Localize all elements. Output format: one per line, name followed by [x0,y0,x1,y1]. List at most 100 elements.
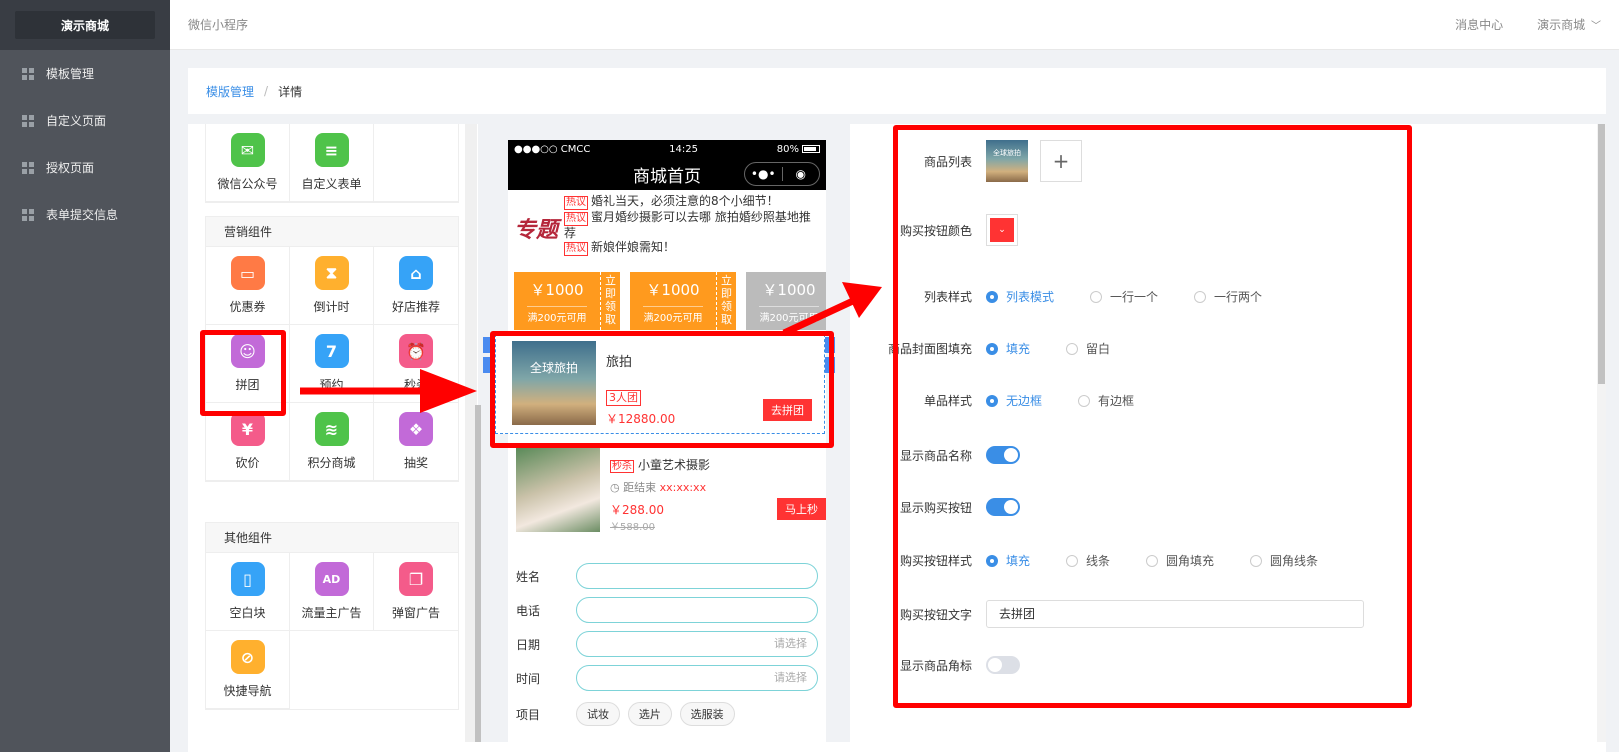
highlight-group-component [200,330,286,416]
section-title: 其他组件 [206,523,458,553]
topic-item[interactable]: 热议 新娘伴娘需知！ [564,240,820,256]
component-points-mall[interactable]: ≋ 积分商城 [290,403,374,481]
coupon-claim-button[interactable]: 立即领取 [716,272,736,330]
topic-item[interactable]: 热议 蜜月婚纱摄影可以去哪 旅拍婚纱照基地推荐 [564,210,820,240]
close-icon[interactable]: ◉ [783,167,820,181]
name-field[interactable] [576,563,818,589]
component-wechat-official[interactable]: ✉ 微信公众号 [206,124,290,202]
phone-time: 14:25 [669,143,698,155]
component-scroll-thumb[interactable] [475,405,481,752]
component-quick-nav[interactable]: ⊘ 快捷导航 [206,631,290,709]
coupon-card[interactable]: ￥1000 满200元可用 [746,272,826,330]
component-label: 秒杀 [403,378,428,392]
ad-icon: AD [314,562,349,596]
highlight-config-panel [893,125,1412,708]
more-icon[interactable]: •●• [745,167,782,181]
project-option[interactable]: 选片 [627,702,672,726]
brand: 演示商城 [0,0,170,50]
coupon-claim-button[interactable]: 立即领取 [600,272,620,330]
form-row-phone: 电话 [516,596,818,624]
mini-program-capsule[interactable]: •●• ◉ [744,162,820,186]
product-image [516,448,600,532]
field-label: 日期 [516,637,541,652]
config-scroll-thumb[interactable] [1598,124,1605,384]
component-seckill[interactable]: ⏰ 秒杀 [374,325,458,403]
coins-icon: ≋ [314,412,349,446]
time-picker[interactable]: 请选择 [576,665,818,691]
topbar: 微信小程序 消息中心 演示商城 ﹀ [170,0,1619,50]
phone-page-title: 商城首页 [633,166,701,187]
hot-tag: 热议 [564,196,588,210]
breadcrumb: 模版管理 / 详情 [188,68,1606,114]
original-price: ￥588.00 [610,522,655,533]
basic-components: ✉ 微信公众号 ≡ 自定义表单 [205,124,459,203]
component-label: 快捷导航 [223,684,272,698]
component-custom-form[interactable]: ≡ 自定义表单 [290,124,374,202]
countdown-label: ◷ 距结束 [610,481,657,494]
field-label: 姓名 [516,569,541,584]
blank-block-icon: ▯ [230,562,265,596]
component-label: 好店推荐 [391,300,440,314]
seckill-item[interactable]: 秒杀 小童艺术摄影 ◷ 距结束 xx:xx:xx ￥288.00 ￥588.00 … [516,448,826,538]
wechat-icon: ✉ [230,133,265,167]
field-label: 电话 [516,603,541,618]
breadcrumb-parent[interactable]: 模版管理 [206,83,254,100]
topic-block[interactable]: 专题 热议 婚礼当天，必须注意的8个小细节！ 热议 蜜月婚纱摄影可以去哪 旅拍婚纱照… [508,190,826,266]
component-label: 自定义表单 [301,177,362,191]
component-label: 流量主广告 [301,606,362,620]
component-shop-recommend[interactable]: ⌂ 好店推荐 [374,247,458,325]
sidebar-item-templates[interactable]: 模板管理 [0,50,170,97]
coupon-icon: ▭ [230,256,265,290]
component-countdown[interactable]: ⧗ 倒计时 [290,247,374,325]
store-switcher[interactable]: 演示商城 ﹀ [1537,16,1601,33]
component-lottery[interactable]: ❖ 抽奖 [374,403,458,481]
component-label: 砍价 [235,456,260,470]
component-blank-block[interactable]: ▯ 空白块 [206,553,290,631]
store-name: 演示商城 [1537,18,1586,32]
sidebar-item-label: 模板管理 [46,67,95,81]
component-label: 空白块 [229,606,266,620]
topic-item[interactable]: 热议 婚礼当天，必须注意的8个小细节！ [564,194,820,210]
coupon-value: ￥1000 [646,280,700,299]
battery-icon [802,145,820,153]
other-components: 其他组件 ▯ 空白块 AD 流量主广告 ❐ 弹窗广告 ⊘ 快捷导航 [205,522,459,710]
date-picker[interactable]: 请选择 [576,631,818,657]
brand-name[interactable]: 演示商城 [15,11,155,39]
popup-icon: ❐ [399,562,433,596]
section-title: 营销组件 [206,217,458,247]
chevron-down-icon: ﹀ [1591,21,1601,32]
project-option[interactable]: 试妆 [576,702,620,726]
component-label: 积分商城 [307,456,356,470]
hourglass-icon: ⧗ [314,256,349,290]
coupon-card[interactable]: ￥1000 满200元可用 立即领取 [514,272,624,330]
app-label: 微信小程序 [188,18,249,32]
yen-icon: ¥ [230,412,265,446]
phone-field[interactable] [576,597,818,623]
component-booking[interactable]: 7 预约 [290,325,374,403]
project-option[interactable]: 选服装 [679,702,735,726]
sidebar-item-label: 自定义页面 [46,114,107,128]
hot-tag: 热议 [564,242,588,256]
grid-icon [22,208,34,221]
topic-text: 蜜月婚纱摄影可以去哪 旅拍婚纱照基地推荐 [564,210,811,240]
field-label: 时间 [516,671,541,686]
hot-tag: 热议 [564,212,588,226]
sidebar-item-auth-pages[interactable]: 授权页面 [0,144,170,191]
alarm-clock-icon: ⏰ [399,334,433,368]
grid-icon [22,114,34,127]
bottom-bar [188,742,1606,752]
component-popup-ad[interactable]: ❐ 弹窗广告 [374,553,458,631]
highlight-group-preview [490,331,834,448]
seckill-tag: 秒杀 [610,460,634,473]
field-label: 项目 [516,707,541,722]
component-ad[interactable]: AD 流量主广告 [290,553,374,631]
sidebar-item-custom-pages[interactable]: 自定义页面 [0,97,170,144]
buy-now-button[interactable]: 马上秒 [777,498,826,520]
coupon-card[interactable]: ￥1000 满200元可用 立即领取 [630,272,740,330]
form-row-date: 日期 请选择 [516,630,818,658]
form-row-time: 时间 请选择 [516,664,818,692]
message-center-link[interactable]: 消息中心 [1455,16,1503,33]
sidebar-item-form-submissions[interactable]: 表单提交信息 [0,191,170,238]
compass-icon: ⊘ [230,640,265,674]
component-coupon[interactable]: ▭ 优惠券 [206,247,290,325]
